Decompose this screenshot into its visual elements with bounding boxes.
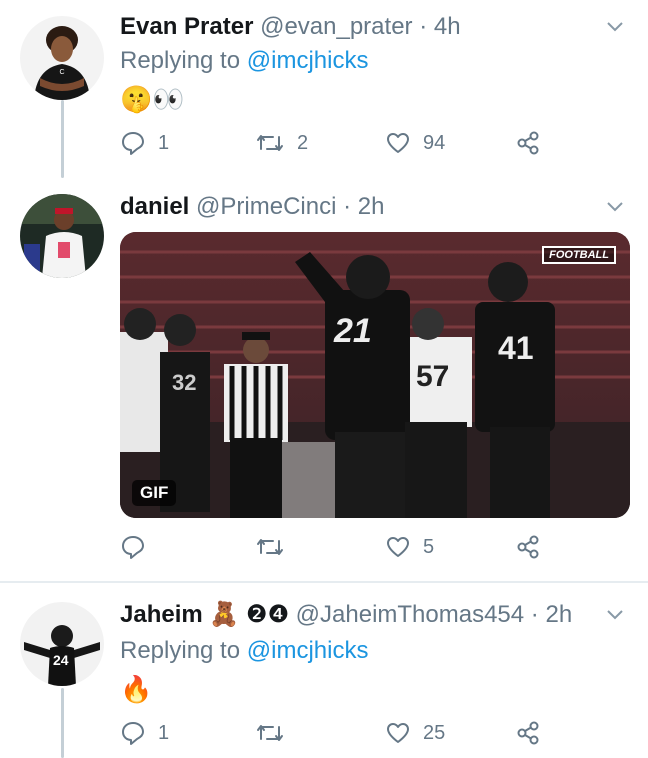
- action-bar: 1 2 94: [120, 130, 550, 162]
- avatar[interactable]: C: [20, 16, 104, 100]
- replying-to: Replying to @imcjhicks: [120, 636, 368, 666]
- reply-button[interactable]: [120, 534, 158, 560]
- separator: ·: [530, 601, 539, 628]
- replying-to: Replying to @imcjhicks: [120, 46, 368, 76]
- share-button[interactable]: [515, 720, 541, 746]
- timestamp[interactable]: 2h: [545, 601, 572, 628]
- tweet-header: daniel @PrimeCinci · 2h: [120, 192, 384, 222]
- reply-icon: [122, 536, 144, 559]
- heart-icon: [387, 537, 409, 557]
- reply-icon: [122, 722, 144, 745]
- football-logo-badge: FOOTBALL: [542, 246, 616, 264]
- avatar-jersey-number: 24: [53, 652, 69, 668]
- retweet-button[interactable]: 2: [255, 130, 308, 156]
- timestamp[interactable]: 2h: [358, 193, 385, 220]
- chevron-down-icon[interactable]: [604, 604, 626, 626]
- user-handle[interactable]: @PrimeCinci: [196, 193, 336, 220]
- tweet-daniel[interactable]: daniel @PrimeCinci · 2h 21 41 57 32 FOOT…: [0, 180, 648, 580]
- reply-icon: [122, 132, 144, 155]
- name-badge: ❷❹: [245, 601, 289, 628]
- timestamp[interactable]: 4h: [434, 13, 461, 40]
- heart-icon: [387, 723, 409, 743]
- tweet-evan-prater[interactable]: C Evan Prater @evan_prater · 4h Replying…: [0, 0, 648, 180]
- retweet-icon: [257, 539, 283, 555]
- svg-text:C: C: [59, 69, 64, 76]
- retweet-button[interactable]: [255, 720, 297, 746]
- jersey-number: 41: [498, 330, 534, 366]
- name-emoji: 🧸: [209, 601, 240, 628]
- avatar[interactable]: [20, 194, 104, 278]
- share-button[interactable]: [515, 534, 541, 560]
- reply-count: 1: [158, 131, 170, 154]
- share-icon: [517, 535, 539, 559]
- like-button[interactable]: 5: [385, 534, 434, 560]
- display-name[interactable]: Evan Prater: [120, 13, 253, 40]
- chevron-down-icon[interactable]: [604, 16, 626, 38]
- tweet-header: Jaheim 🧸 ❷❹ @JaheimThomas454 · 2h: [120, 600, 572, 630]
- reply-button[interactable]: 1: [120, 720, 169, 746]
- retweet-icon: [257, 135, 283, 151]
- jersey-number: 57: [416, 360, 450, 393]
- mention-link[interactable]: @imcjhicks: [247, 637, 369, 664]
- share-icon: [517, 131, 539, 155]
- replying-to-label: Replying to: [120, 47, 247, 74]
- jersey-number: 21: [334, 312, 372, 350]
- reply-count: 1: [158, 721, 170, 744]
- retweet-button[interactable]: [255, 534, 297, 560]
- retweet-count: 2: [297, 131, 309, 154]
- display-name[interactable]: Jaheim: [120, 601, 203, 628]
- jersey-number: 32: [172, 370, 197, 395]
- tweet-divider: [0, 581, 648, 583]
- thread-line: [61, 688, 64, 758]
- user-handle[interactable]: @evan_prater: [260, 13, 412, 40]
- like-count: 94: [423, 131, 446, 154]
- like-count: 25: [423, 721, 446, 744]
- action-bar: 1 25: [120, 720, 550, 752]
- tweet-text: 🔥: [120, 674, 153, 704]
- separator: ·: [343, 193, 352, 220]
- tweet-text: 🤫👀: [120, 84, 185, 114]
- thread-line: [61, 100, 64, 178]
- display-name[interactable]: daniel: [120, 193, 189, 220]
- gif-media[interactable]: 21 41 57 32 FOOTBALL GIF: [120, 232, 630, 518]
- like-button[interactable]: 94: [385, 130, 445, 156]
- user-handle[interactable]: @JaheimThomas454: [296, 601, 524, 628]
- share-icon: [517, 721, 539, 745]
- share-button[interactable]: [515, 130, 541, 156]
- reply-button[interactable]: 1: [120, 130, 169, 156]
- chevron-down-icon[interactable]: [604, 196, 626, 218]
- mention-link[interactable]: @imcjhicks: [247, 47, 369, 74]
- separator: ·: [419, 13, 428, 40]
- action-bar: 5: [120, 534, 550, 566]
- avatar[interactable]: 24: [20, 602, 104, 686]
- gif-badge: GIF: [132, 480, 177, 506]
- like-button[interactable]: 25: [385, 720, 445, 746]
- retweet-icon: [257, 725, 283, 741]
- like-count: 5: [423, 535, 435, 558]
- gif-frame: [120, 232, 630, 518]
- tweet-jaheim[interactable]: 24 Jaheim 🧸 ❷❹ @JaheimThomas454 · 2h Rep…: [0, 584, 648, 758]
- tweet-header: Evan Prater @evan_prater · 4h: [120, 12, 461, 42]
- heart-icon: [387, 133, 409, 153]
- replying-to-label: Replying to: [120, 637, 247, 664]
